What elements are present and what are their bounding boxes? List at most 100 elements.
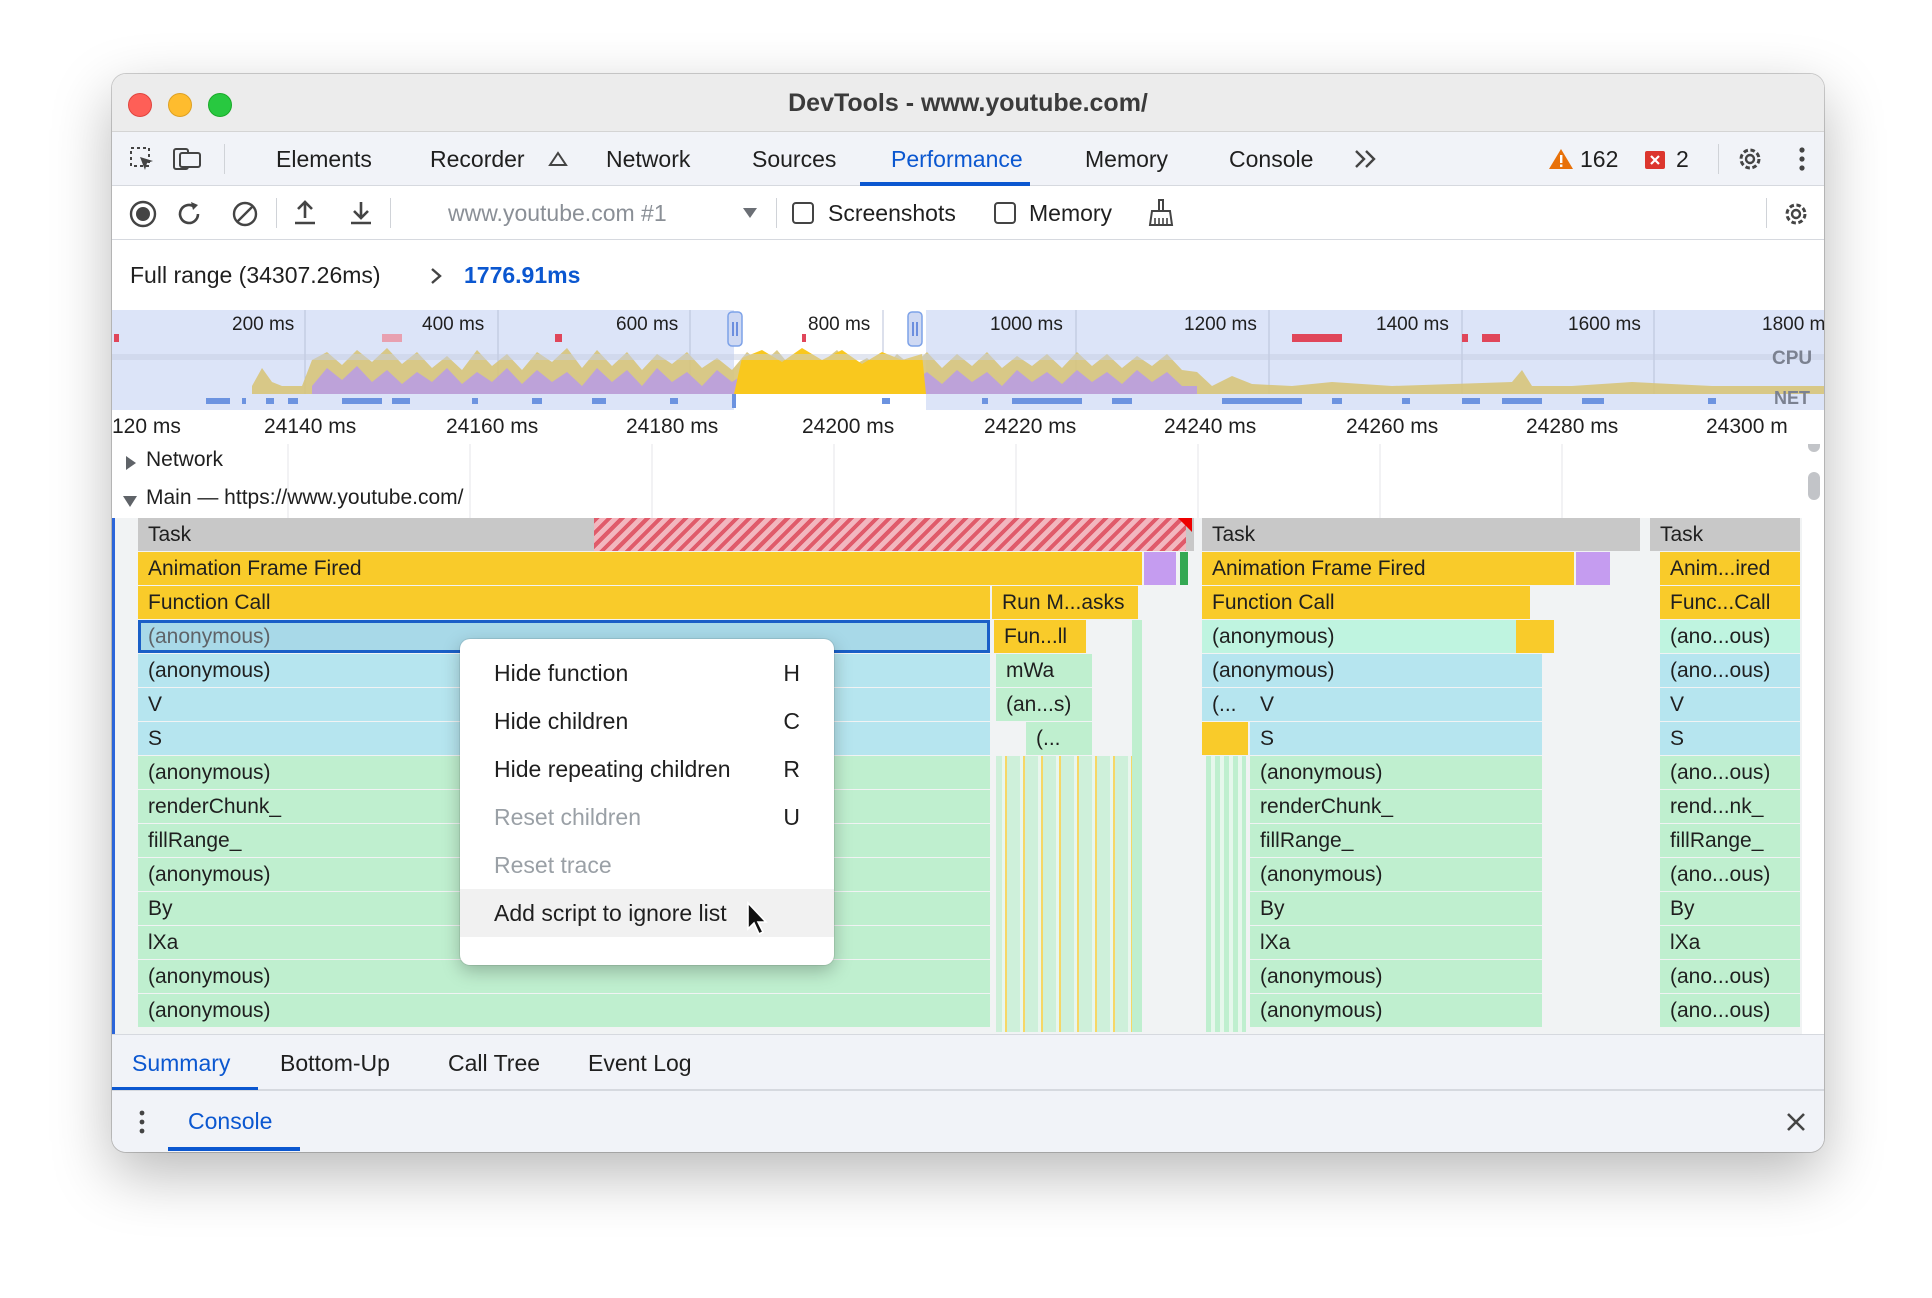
flame-chart[interactable]: Network Main — https://www.youtube.com/ … <box>112 444 1824 1106</box>
overview-tick: 800 ms <box>808 314 871 335</box>
menu-item-hide-repeating-children[interactable]: Hide repeating children R <box>460 745 834 793</box>
devtools-window: DevTools - www.youtube.com/ Elements Rec… <box>112 74 1824 1152</box>
clear-icon[interactable] <box>230 199 260 229</box>
flame-anonymous[interactable]: (anonymous) <box>1202 654 1542 687</box>
tab-performance[interactable]: Performance <box>891 132 1023 186</box>
timeline-overview[interactable]: 200 ms 400 ms 600 ms 800 ms 1000 ms 1200… <box>112 310 1824 410</box>
download-icon[interactable] <box>346 198 376 228</box>
profile-select[interactable]: www.youtube.com #1 <box>448 186 667 240</box>
tab-recorder[interactable]: Recorder <box>430 132 525 186</box>
menu-item-reset-children: Reset children U <box>460 793 834 841</box>
memory-checkbox[interactable] <box>994 202 1016 224</box>
flame-anonymous[interactable]: (anonymous) <box>1250 994 1542 1027</box>
flame-v[interactable]: V <box>1250 688 1542 721</box>
flame-anonymous[interactable]: (ano...ous) <box>1660 960 1800 993</box>
reload-record-icon[interactable] <box>174 199 204 229</box>
flame-anonymous[interactable]: (anonymous) <box>1250 858 1542 891</box>
flame-anonymous-short[interactable]: (... <box>1026 722 1092 755</box>
flame-function-call[interactable]: Function Call <box>138 586 990 619</box>
tab-network[interactable]: Network <box>606 132 690 186</box>
garbage-collect-broom-icon[interactable] <box>1146 198 1176 228</box>
flame-anonymous[interactable]: (anonymous) <box>1250 756 1542 789</box>
flame-lxa[interactable]: lXa <box>1250 926 1542 959</box>
flame-task[interactable]: Task <box>1650 518 1800 551</box>
flame-sliver <box>1132 620 1142 1032</box>
device-toolbar-icon[interactable] <box>172 145 204 173</box>
tab-summary[interactable]: Summary <box>132 1035 230 1091</box>
flame-anonymous[interactable]: (anonymous) <box>138 994 990 1027</box>
screenshots-label[interactable]: Screenshots <box>828 186 956 240</box>
error-count[interactable]: 2 <box>1676 132 1689 186</box>
menu-item-hide-children[interactable]: Hide children C <box>460 697 834 745</box>
context-menu: Hide function H Hide children C Hide rep… <box>460 639 834 965</box>
warning-count[interactable]: 162 <box>1580 132 1618 186</box>
flame-anonymous[interactable]: (ano...ous) <box>1660 654 1800 687</box>
flame-by[interactable]: By <box>1660 892 1800 925</box>
screenshots-checkbox[interactable] <box>792 202 814 224</box>
menu-item-label: Hide repeating children <box>494 756 731 782</box>
tab-sources[interactable]: Sources <box>752 132 836 186</box>
flame-anonymous[interactable]: (ano...ous) <box>1660 858 1800 891</box>
flame-function-call[interactable]: Func...Call <box>1660 586 1800 619</box>
flame-fill-range[interactable]: fillRange_ <box>1250 824 1542 857</box>
drawer-menu-icon[interactable] <box>138 1108 146 1136</box>
close-drawer-icon[interactable] <box>1784 1110 1808 1134</box>
settings-gear-icon[interactable] <box>1734 143 1766 175</box>
tab-call-tree[interactable]: Call Tree <box>448 1035 540 1091</box>
flame-animation-frame[interactable]: Animation Frame Fired <box>138 552 1142 585</box>
tab-console[interactable]: Console <box>1229 132 1313 186</box>
tab-memory[interactable]: Memory <box>1085 132 1168 186</box>
main-collapse-triangle-icon[interactable] <box>122 494 138 508</box>
error-icon[interactable] <box>1644 150 1666 170</box>
inspect-element-icon[interactable] <box>128 145 156 173</box>
flame-function-call[interactable]: Function Call <box>1202 586 1530 619</box>
flame-animation-frame[interactable]: Animation Frame Fired <box>1202 552 1574 585</box>
flame-anonymous-short[interactable]: (an...s) <box>996 688 1092 721</box>
flame-v[interactable]: V <box>1660 688 1800 721</box>
flame-render-chunk[interactable]: renderChunk_ <box>1250 790 1542 823</box>
flame-anonymous[interactable]: (anonymous) <box>1250 960 1542 993</box>
flame-task[interactable]: Task <box>1202 518 1640 551</box>
tab-event-log[interactable]: Event Log <box>588 1035 692 1091</box>
overview-tick: 1800 m <box>1762 314 1824 335</box>
menu-item-label: Reset trace <box>494 852 612 878</box>
flame-anonymous[interactable]: (ano...ous) <box>1660 994 1800 1027</box>
tab-bottom-up[interactable]: Bottom-Up <box>280 1035 390 1091</box>
flame-mwa[interactable]: mWa <box>996 654 1092 687</box>
flame-run-microtasks[interactable]: Run M...asks <box>992 586 1138 619</box>
flame-anonymous[interactable]: (ano...ous) <box>1660 620 1800 653</box>
warning-icon[interactable] <box>1548 148 1574 170</box>
overview-tick: 1000 ms <box>990 314 1063 335</box>
menu-item-add-script-to-ignore-list[interactable]: Add script to ignore list <box>460 889 834 937</box>
network-expand-triangle-icon[interactable] <box>124 455 138 471</box>
tracks-scrollbar-thumb[interactable] <box>1808 472 1820 500</box>
dropdown-arrow-icon[interactable] <box>742 206 758 220</box>
menu-item-label: Hide function <box>494 660 629 686</box>
full-range-breadcrumb[interactable]: Full range (34307.26ms) <box>130 262 381 289</box>
selected-range-breadcrumb[interactable]: 1776.91ms <box>464 262 580 289</box>
flame-function-call-short[interactable]: Fun...ll <box>994 620 1086 653</box>
capture-settings-gear-icon[interactable] <box>1780 198 1812 230</box>
drawer-tab-console[interactable]: Console <box>188 1091 272 1151</box>
flame-s[interactable]: S <box>1250 722 1542 755</box>
upload-icon[interactable] <box>290 198 320 228</box>
flame-animation-frame[interactable]: Anim...ired <box>1660 552 1800 585</box>
record-icon[interactable] <box>128 199 158 229</box>
menu-item-shortcut: C <box>783 708 800 734</box>
memory-label[interactable]: Memory <box>1029 186 1112 240</box>
main-track-label[interactable]: Main — https://www.youtube.com/ <box>146 486 463 510</box>
flame-by[interactable]: By <box>1250 892 1542 925</box>
flame-s[interactable]: S <box>1660 722 1800 755</box>
more-tabs-chevron-icon[interactable] <box>1352 148 1380 170</box>
flame-anonymous[interactable]: (anonymous) <box>1202 620 1516 653</box>
menu-item-hide-function[interactable]: Hide function H <box>460 649 834 697</box>
flame-lxa[interactable]: lXa <box>1660 926 1800 959</box>
flame-fill-range[interactable]: fillRange_ <box>1660 824 1800 857</box>
flame-render-chunk[interactable]: rend...nk_ <box>1660 790 1800 823</box>
more-options-icon[interactable] <box>1796 145 1808 173</box>
flame-rendering-block <box>1576 552 1610 585</box>
flame-anonymous[interactable]: (ano...ous) <box>1660 756 1800 789</box>
tab-elements[interactable]: Elements <box>276 132 372 186</box>
flame-anonymous-short[interactable]: (... <box>1202 688 1250 721</box>
network-track-label[interactable]: Network <box>146 448 223 472</box>
